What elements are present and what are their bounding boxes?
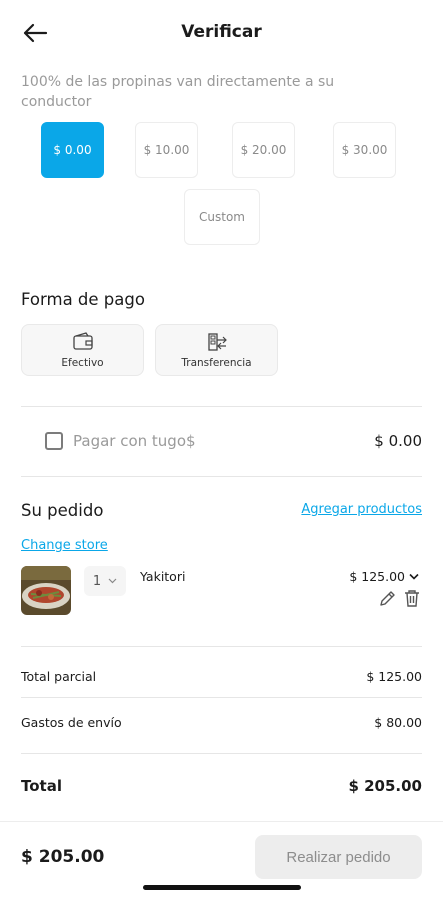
home-indicator (143, 885, 301, 890)
item-price: $ 125.00 (349, 569, 405, 584)
payment-method-label: Efectivo (61, 357, 104, 369)
change-store-link[interactable]: Change store (21, 538, 108, 553)
page-title: Verificar (181, 22, 262, 42)
quantity-selector[interactable]: 1 (84, 566, 126, 596)
tugo-label: Pagar con tugo$ (73, 432, 196, 450)
trash-icon[interactable] (404, 589, 420, 607)
item-price-toggle[interactable]: $ 125.00 (349, 569, 419, 584)
tip-custom-button[interactable]: Custom (184, 189, 260, 245)
quantity-value: 1 (92, 573, 102, 589)
subtotal-value: $ 125.00 (366, 669, 422, 684)
place-order-button[interactable]: Realizar pedido (255, 835, 422, 879)
tugo-checkbox[interactable] (45, 432, 63, 450)
bank-transfer-icon (207, 333, 227, 351)
payment-method-cash[interactable]: Efectivo (21, 324, 144, 376)
header: Verificar (0, 0, 443, 66)
tip-note: 100% de las propinas van directamente a … (21, 74, 335, 110)
subtotal-label: Total parcial (21, 669, 97, 684)
divider (21, 406, 422, 407)
tip-option-10[interactable]: $ 10.00 (135, 122, 198, 178)
payment-method-label: Transferencia (181, 357, 252, 369)
checkout-total: $ 205.00 (21, 847, 105, 867)
divider (21, 697, 422, 698)
product-image (21, 566, 71, 615)
wallet-icon (72, 332, 93, 350)
shipping-value: $ 80.00 (374, 715, 422, 730)
shipping-label: Gastos de envío (21, 715, 122, 730)
total-value: $ 205.00 (348, 777, 422, 795)
tip-option-20[interactable]: $ 20.00 (232, 122, 295, 178)
add-products-link[interactable]: Agregar productos (301, 502, 422, 517)
tip-option-0[interactable]: $ 0.00 (41, 122, 104, 178)
payment-section-title: Forma de pago (21, 290, 145, 309)
order-section-title: Su pedido (21, 501, 104, 520)
tugo-amount: $ 0.00 (374, 432, 422, 450)
divider (21, 646, 422, 647)
chevron-down-icon (409, 573, 419, 580)
total-label: Total (21, 777, 62, 795)
payment-method-transfer[interactable]: Transferencia (155, 324, 278, 376)
chevron-down-icon (108, 578, 117, 584)
divider (21, 476, 422, 477)
tip-option-30[interactable]: $ 30.00 (333, 122, 396, 178)
edit-pencil-icon[interactable] (378, 590, 396, 608)
item-name: Yakitori (140, 569, 186, 584)
divider (21, 753, 422, 754)
